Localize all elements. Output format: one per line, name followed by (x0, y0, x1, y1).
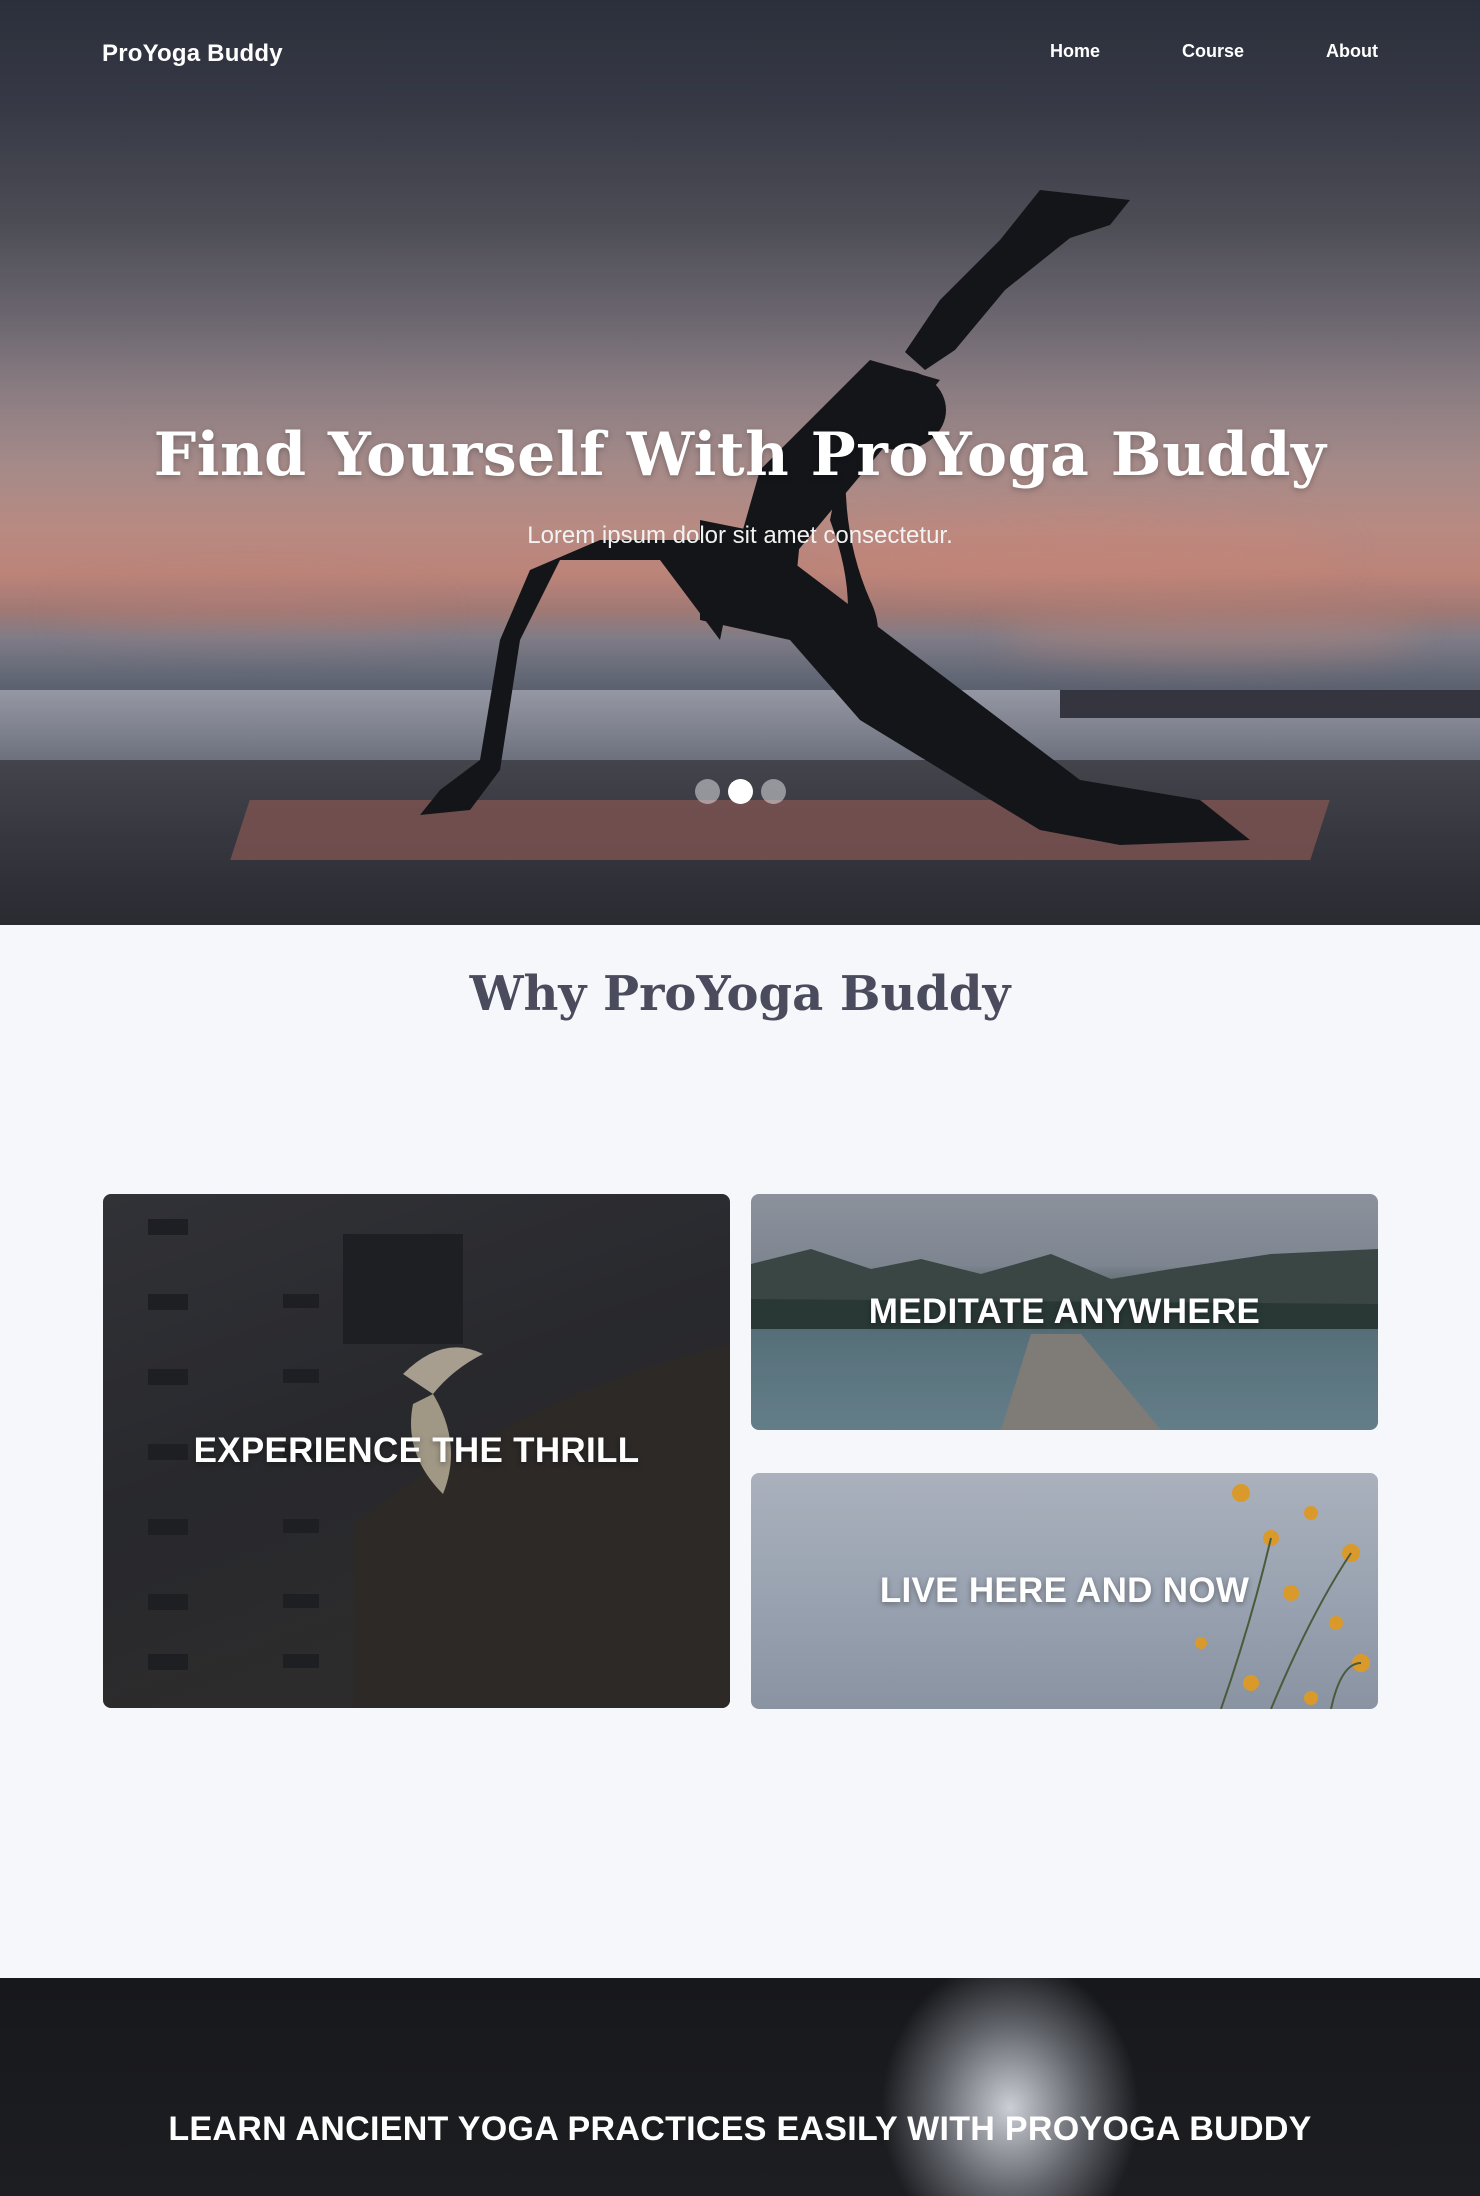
card-experience-the-thrill[interactable]: EXPERIENCE THE THRILL (103, 1194, 730, 1708)
banner-text: LEARN ANCIENT YOGA PRACTICES EASILY WITH… (168, 2110, 1312, 2148)
card-label: EXPERIENCE THE THRILL (193, 1431, 640, 1470)
nav-link-home[interactable]: Home (1050, 41, 1100, 62)
brand-logo[interactable]: ProYoga Buddy (102, 40, 283, 68)
card-meditate-anywhere[interactable]: MEDITATE ANYWHERE (751, 1194, 1378, 1430)
card-label: MEDITATE ANYWHERE (868, 1292, 1261, 1331)
top-navigation: ProYoga Buddy Home Course About (0, 0, 1480, 110)
carousel-dot-1[interactable] (694, 779, 720, 804)
section-title: Why ProYoga Buddy (469, 966, 1011, 1022)
carousel-dot-2[interactable] (727, 779, 753, 804)
nav-links: Home Course About (968, 41, 1378, 62)
hero-banner: ProYoga Buddy Home Course About Find You… (0, 0, 1480, 925)
feather-image (880, 1978, 1140, 2196)
hero-title: Find Yourself With ProYoga Buddy (153, 420, 1327, 490)
card-live-here-and-now[interactable]: LIVE HERE AND NOW (751, 1473, 1378, 1709)
card-label: LIVE HERE AND NOW (879, 1571, 1250, 1610)
nav-link-course[interactable]: Course (1182, 41, 1244, 62)
carousel-indicators (0, 779, 1480, 804)
carousel-dot-3[interactable] (760, 779, 786, 804)
hero-subtitle: Lorem ipsum dolor sit amet consectetur. (527, 522, 953, 549)
bottom-banner: LEARN ANCIENT YOGA PRACTICES EASILY WITH… (0, 1978, 1480, 2196)
nav-link-about[interactable]: About (1326, 41, 1378, 62)
